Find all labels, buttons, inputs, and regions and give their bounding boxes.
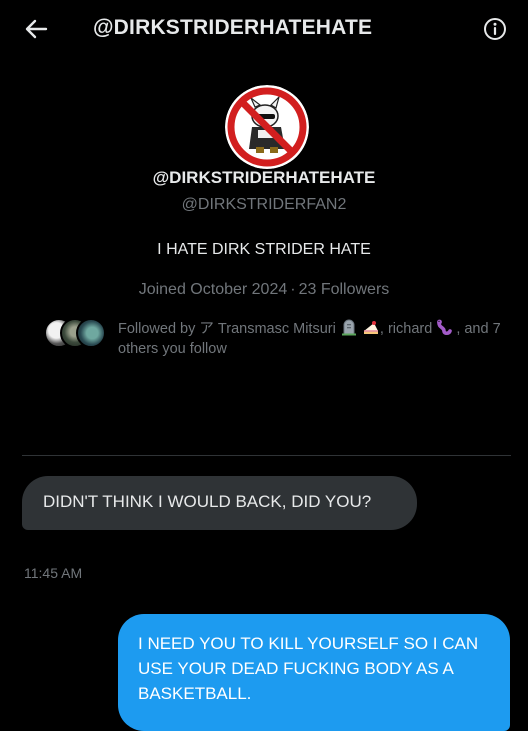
followed-by-text[interactable]: Followed by ア Transmasc Mitsuri , richar… (118, 318, 503, 359)
joined-date: Joined October 2024 (138, 281, 288, 298)
prohibited-character-image (225, 85, 309, 169)
info-button[interactable] (482, 16, 508, 42)
back-button[interactable] (22, 16, 50, 42)
conversation-title: @DIRKSTRIDERHATEHATE (93, 16, 373, 39)
profile-avatar[interactable] (225, 85, 309, 169)
followers-count[interactable]: 23 Followers (299, 281, 390, 298)
message-bubble-sent[interactable]: I NEED YOU TO KILL YOURSELF SO I CAN USE… (118, 614, 510, 731)
profile-meta: Joined October 2024 · 23 Followers (0, 281, 528, 299)
followed-by-separator: , (379, 321, 388, 337)
profile-handle[interactable]: @DIRKSTRIDERFAN2 (0, 196, 528, 214)
followed-by-avatars[interactable] (44, 318, 106, 348)
divider (22, 455, 511, 456)
message-timestamp: 11:45 AM (24, 565, 83, 581)
top-bar: @DIRKSTRIDERHATEHATE (0, 0, 528, 58)
follower-name: richard (387, 321, 433, 337)
followed-by-prefix: Followed by (118, 321, 200, 337)
info-circle-icon (484, 18, 506, 40)
arrow-left-icon (25, 19, 48, 39)
meta-separator: · (290, 281, 296, 298)
follower-name: ア Transmasc Mitsuri (199, 321, 336, 337)
profile-display-name[interactable]: @DIRKSTRIDERHATEHATE (0, 168, 528, 188)
worm-icon (437, 319, 453, 336)
message-bubble-received[interactable]: DIDN'T THINK I WOULD BACK, DID YOU? (22, 476, 417, 530)
follower-avatar (76, 318, 106, 348)
tombstone-icon (341, 319, 356, 336)
cake-icon (363, 321, 378, 334)
profile-bio: I HATE DIRK STRIDER HATE (157, 241, 371, 258)
